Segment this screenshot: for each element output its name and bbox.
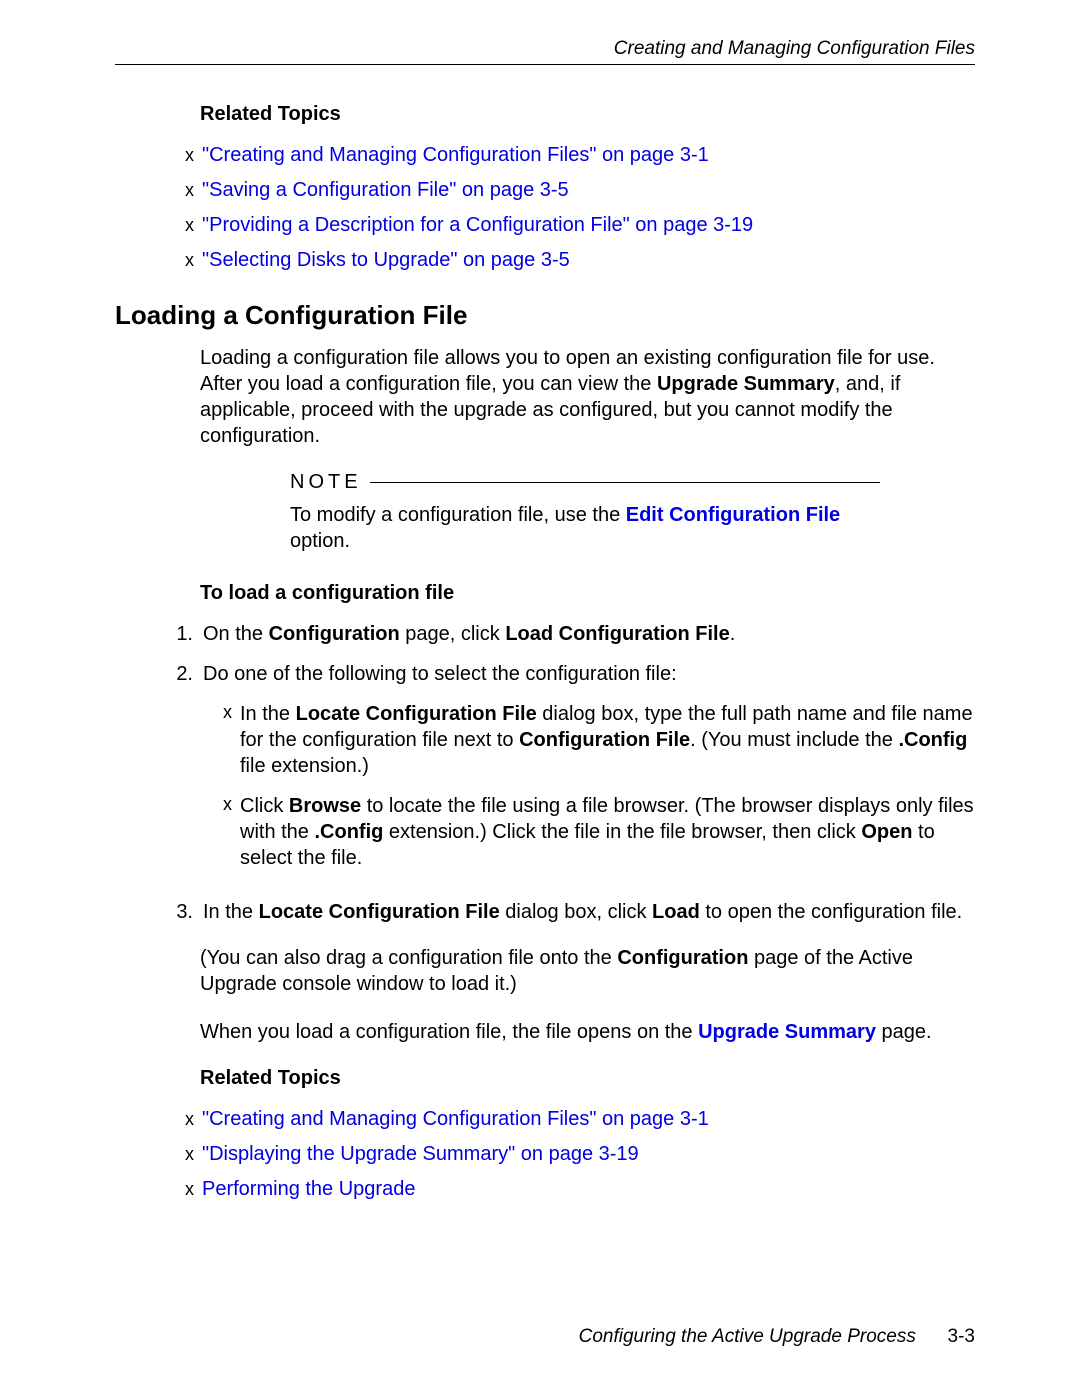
sub-step-content: Click Browse to locate the file using a … <box>240 793 975 871</box>
bold-text: .Config <box>314 821 383 843</box>
bold-text: Load <box>652 901 700 923</box>
link[interactable]: Performing the Upgrade <box>202 1178 415 1201</box>
list-item: x "Creating and Managing Configuration Fi… <box>185 144 975 167</box>
text: dialog box, click <box>500 901 652 923</box>
text: (You can also drag a configuration file … <box>200 947 617 969</box>
bullet-icon: x <box>223 793 232 871</box>
text: to open the configuration file. <box>700 901 962 923</box>
bold-text: Browse <box>289 795 361 817</box>
note-label: NOTE <box>290 471 362 494</box>
sub-step: x In the Locate Configuration File dialo… <box>223 701 975 779</box>
header-divider <box>115 64 975 65</box>
bullet-icon: x <box>185 1144 194 1165</box>
bold-text: Locate Configuration File <box>259 901 500 923</box>
bullet-icon: x <box>185 250 194 271</box>
text: page, click <box>400 623 506 645</box>
text: file extension.) <box>240 755 369 777</box>
step-content: Do one of the following to select the co… <box>203 661 975 885</box>
sub-step-content: In the Locate Configuration File dialog … <box>240 701 975 779</box>
text: option. <box>290 530 350 552</box>
link[interactable]: "Selecting Disks to Upgrade" on page 3-5 <box>202 249 570 272</box>
related-topics-heading-2: Related Topics <box>200 1067 975 1090</box>
link[interactable]: "Creating and Managing Configuration Fil… <box>202 1108 709 1131</box>
bullet-icon: x <box>223 701 232 779</box>
procedure-list: 1. On the Configuration page, click Load… <box>163 621 975 925</box>
bold-text: .Config <box>898 729 967 751</box>
list-item: x Performing the Upgrade <box>185 1178 975 1201</box>
page-footer: Configuring the Active Upgrade Process 3… <box>579 1326 975 1348</box>
text: . (You must include the <box>690 729 898 751</box>
link[interactable]: Upgrade Summary <box>698 1021 876 1043</box>
text: page. <box>876 1021 932 1043</box>
bold-text: Locate Configuration File <box>296 703 537 725</box>
bold-text: Load Configuration File <box>505 623 729 645</box>
text: To modify a configuration file, use the <box>290 504 626 526</box>
footer-spacer <box>921 1326 942 1347</box>
list-item: x "Providing a Description for a Configur… <box>185 214 975 237</box>
text: In the <box>203 901 259 923</box>
step-number: 2. <box>163 661 193 885</box>
step-1: 1. On the Configuration page, click Load… <box>163 621 975 647</box>
text: When you load a configuration file, the … <box>200 1021 698 1043</box>
after-paragraph-1: (You can also drag a configuration file … <box>200 945 975 997</box>
link[interactable]: "Displaying the Upgrade Summary" on page… <box>202 1143 639 1166</box>
bullet-icon: x <box>185 1179 194 1200</box>
related-topics-list-2: x "Creating and Managing Configuration Fi… <box>185 1108 975 1201</box>
procedure-heading: To load a configuration file <box>200 582 975 605</box>
note-block: NOTE To modify a configuration file, use… <box>290 471 880 554</box>
bold-text: Configuration File <box>519 729 690 751</box>
step-2: 2. Do one of the following to select the… <box>163 661 975 885</box>
bold-text: Configuration <box>617 947 748 969</box>
text: extension.) Click the file in the file b… <box>383 821 861 843</box>
text: Do one of the following to select the co… <box>203 663 677 685</box>
list-item: x "Displaying the Upgrade Summary" on pag… <box>185 1143 975 1166</box>
link[interactable]: "Saving a Configuration File" on page 3-… <box>202 179 569 202</box>
note-header: NOTE <box>290 471 880 494</box>
bullet-icon: x <box>185 145 194 166</box>
list-item: x "Saving a Configuration File" on page 3… <box>185 179 975 202</box>
intro-paragraph: Loading a configuration file allows you … <box>200 345 975 449</box>
list-item: x "Selecting Disks to Upgrade" on page 3-… <box>185 249 975 272</box>
link[interactable]: "Creating and Managing Configuration Fil… <box>202 144 709 167</box>
section-heading: Loading a Configuration File <box>115 300 975 331</box>
text: In the <box>240 703 296 725</box>
page-number: 3-3 <box>948 1326 975 1347</box>
bold-text: Upgrade Summary <box>657 373 835 395</box>
bullet-icon: x <box>185 1109 194 1130</box>
related-topics-heading-1: Related Topics <box>200 103 975 126</box>
sub-step-list: x In the Locate Configuration File dialo… <box>223 701 975 871</box>
running-header: Creating and Managing Configuration File… <box>115 38 975 60</box>
text: Click <box>240 795 289 817</box>
text: . <box>730 623 736 645</box>
list-item: x "Creating and Managing Configuration Fi… <box>185 1108 975 1131</box>
link[interactable]: Edit Configuration File <box>626 504 840 526</box>
sub-step: x Click Browse to locate the file using … <box>223 793 975 871</box>
bold-text: Configuration <box>269 623 400 645</box>
step-number: 3. <box>163 899 193 925</box>
step-3: 3. In the Locate Configuration File dial… <box>163 899 975 925</box>
note-text: To modify a configuration file, use the … <box>290 502 880 554</box>
related-topics-list-1: x "Creating and Managing Configuration Fi… <box>185 144 975 272</box>
step-number: 1. <box>163 621 193 647</box>
step-content: In the Locate Configuration File dialog … <box>203 899 975 925</box>
step-content: On the Configuration page, click Load Co… <box>203 621 975 647</box>
note-divider <box>370 482 880 483</box>
link[interactable]: "Providing a Description for a Configura… <box>202 214 753 237</box>
bullet-icon: x <box>185 180 194 201</box>
bold-text: Open <box>861 821 912 843</box>
footer-section-title: Configuring the Active Upgrade Process <box>579 1326 916 1347</box>
text: On the <box>203 623 269 645</box>
bullet-icon: x <box>185 215 194 236</box>
after-paragraph-2: When you load a configuration file, the … <box>200 1019 975 1045</box>
